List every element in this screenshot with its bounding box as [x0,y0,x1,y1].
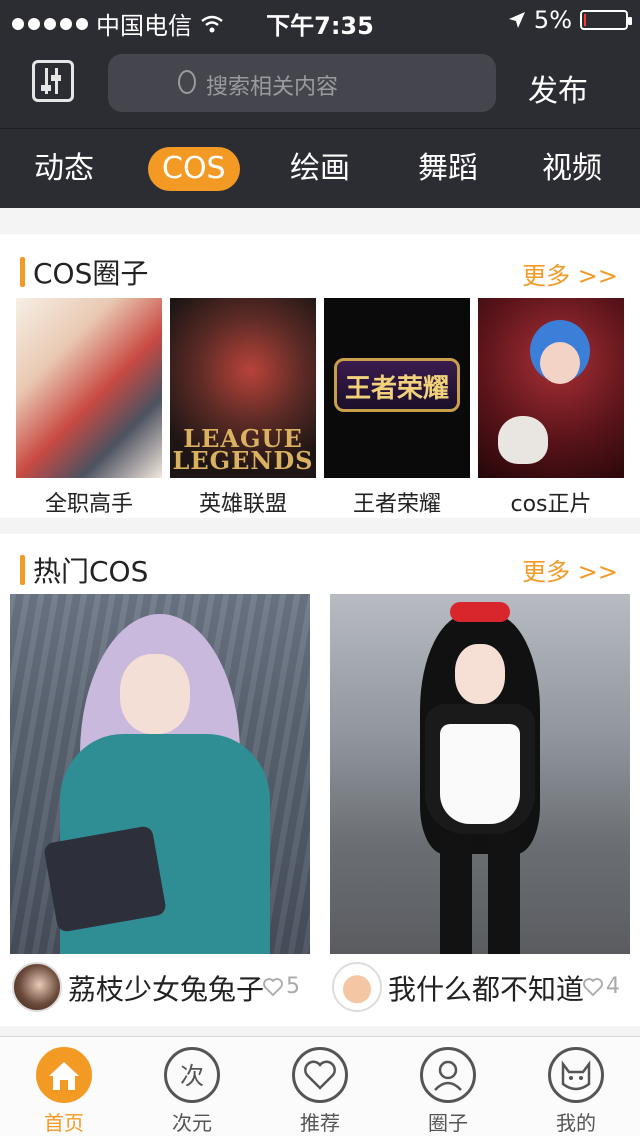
circle-thumbnail [16,298,162,478]
tab-dongtai[interactable]: 动态 [34,147,94,191]
post-username[interactable]: 荔枝少女兔兔子 [68,968,264,1008]
like-count[interactable]: 4 [582,974,620,999]
circle-item[interactable]: 全职高手 [16,298,162,518]
section-title: 热门COS [20,550,148,590]
post-username[interactable]: 我什么都不知道 [388,968,584,1008]
search-input[interactable]: 搜索相关内容 [108,54,496,112]
like-count-value: 5 [286,974,300,999]
circle-name: 英雄联盟 [198,492,287,517]
circle-item[interactable]: LEAGUE LEGENDS 英雄联盟 [170,298,316,518]
tab-circle[interactable]: 圈子 [384,1047,512,1136]
tab-label: 次元 [172,1111,212,1135]
post-card[interactable]: 我什么都不知道 4 [330,594,630,1020]
kings-logo-text: 王者荣耀 [344,374,449,404]
tab-home[interactable]: 首页 [0,1047,128,1136]
post-photo [330,594,630,954]
location-arrow-icon [508,12,525,28]
category-tabs: 动态 COS 绘画 舞蹈 视频 [0,128,640,208]
tab-label: 首页 [44,1111,84,1135]
circle-name: 王者荣耀 [352,492,441,517]
circle-name: 全职高手 [44,492,133,517]
heart-icon [292,1047,348,1103]
circle-thumbnail [478,298,624,478]
tab-wudao[interactable]: 舞蹈 [418,147,478,191]
cos-circles-section: COS圈子 更多 >> 全职高手 LEAGUE LEGENDS 英雄联盟 王者荣… [0,234,640,518]
publish-button[interactable]: 发布 [528,66,588,110]
tab-shipin[interactable]: 视频 [542,147,602,191]
profile-icon [548,1047,604,1103]
tab-huihua[interactable]: 绘画 [290,147,350,191]
circle-thumbnail: 王者荣耀 [324,298,470,478]
dimension-icon: 次 [164,1047,220,1103]
tab-label: 我的 [556,1111,596,1135]
league-legends-logo: LEAGUE LEGENDS [172,424,314,475]
avatar[interactable] [332,962,382,1012]
hot-cos-section: 热门COS 更多 >> 荔枝少女兔兔子 5 我什么都不知道 4 [0,534,640,1026]
tab-recommend[interactable]: 推荐 [256,1047,384,1136]
search-icon [178,70,196,94]
circle-thumbnail: LEAGUE LEGENDS [170,298,316,478]
tab-label: 圈子 [428,1111,468,1135]
home-icon [36,1047,92,1103]
heart-outline-icon [263,977,283,996]
more-link[interactable]: 更多 >> [522,256,618,291]
skull-prop [498,416,548,464]
tab-label: 推荐 [300,1111,340,1135]
like-count-value: 4 [606,974,620,999]
tab-dimension[interactable]: 次 次元 [128,1047,256,1136]
app-header: 中国电信 下午7:35 5% 搜索相关内容 发布 动态 COS 绘画 舞蹈 视频 [0,0,640,208]
avatar[interactable] [12,962,62,1012]
circle-item[interactable]: cos正片 [478,298,624,518]
circle-name: cos正片 [510,492,592,517]
battery-percent: 5% [533,6,572,34]
tab-cos[interactable]: COS [148,147,240,191]
svg-text:次: 次 [180,1062,204,1090]
more-link[interactable]: 更多 >> [522,552,618,587]
circle-icon [420,1047,476,1103]
post-photo [10,594,310,954]
circle-item[interactable]: 王者荣耀 王者荣耀 [324,298,470,518]
filter-settings-button[interactable] [32,60,74,102]
like-count[interactable]: 5 [262,974,300,999]
search-placeholder: 搜索相关内容 [206,75,339,100]
battery-icon [580,10,632,30]
status-bar: 中国电信 下午7:35 5% [0,0,640,40]
heart-outline-icon [583,977,603,996]
tab-profile[interactable]: 我的 [512,1047,640,1136]
section-title: COS圈子 [20,252,148,292]
bottom-tab-bar: 首页 次 次元 推荐 圈子 我的 [0,1036,640,1136]
post-card[interactable]: 荔枝少女兔兔子 5 [10,594,310,1020]
